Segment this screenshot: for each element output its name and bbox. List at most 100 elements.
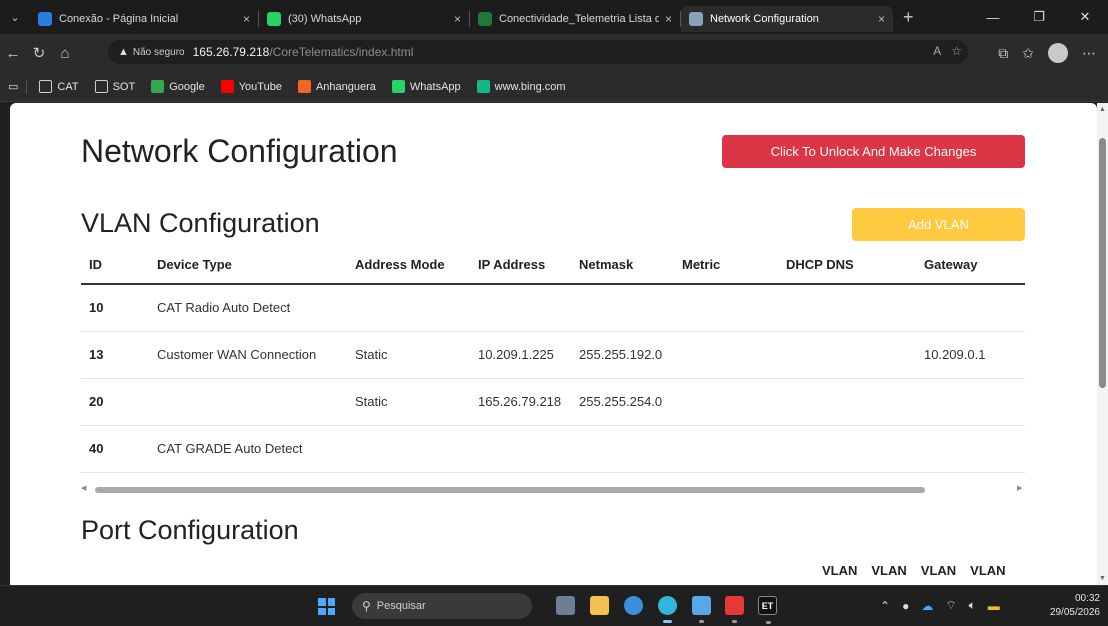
clock-time: 00:32 bbox=[1074, 593, 1100, 604]
page-scroll-thumb[interactable] bbox=[1099, 138, 1106, 388]
bookmark-item[interactable]: YouTube bbox=[220, 80, 282, 93]
table-cell: Customer WAN Connection bbox=[149, 331, 347, 379]
taskbar-search[interactable]: ⚲ Pesquisar bbox=[352, 593, 532, 619]
add-vlan-button[interactable]: Add VLAN bbox=[852, 208, 1025, 241]
close-window-icon[interactable]: ✕ bbox=[1062, 0, 1108, 34]
table-cell: 165.26.79.218 bbox=[470, 378, 571, 426]
profile-avatar[interactable] bbox=[1048, 43, 1068, 63]
new-tab-button[interactable]: + bbox=[903, 7, 914, 28]
et-app-icon[interactable]: ET bbox=[758, 596, 777, 624]
security-label: Não seguro bbox=[132, 46, 185, 58]
table-row[interactable]: 20 Static 165.26.79.218 255.255.254.0 bbox=[81, 378, 1025, 426]
tab-actions-menu-icon[interactable]: ⌄ bbox=[0, 0, 30, 34]
vlan-table-header: ID Device Type Address Mode IP Address Netma… bbox=[81, 246, 1025, 285]
table-horizontal-scrollbar[interactable]: ◀ ▶ bbox=[81, 483, 1025, 493]
table-cell: 13 bbox=[81, 331, 149, 379]
google-icon bbox=[151, 80, 165, 93]
bookmark-label: Google bbox=[169, 80, 205, 93]
bookmark-item[interactable]: www.bing.com bbox=[476, 80, 566, 93]
bookmark-item[interactable]: SOT bbox=[94, 80, 135, 93]
port-column-header: VLAN bbox=[970, 563, 1006, 578]
scroll-right-icon[interactable]: ▶ bbox=[1017, 484, 1022, 492]
sidebar-toggle-icon[interactable]: ▭ bbox=[8, 80, 18, 93]
table-row[interactable]: 10 CAT Radio Auto Detect bbox=[81, 284, 1025, 332]
more-menu-icon[interactable]: ⋯ bbox=[1082, 45, 1096, 62]
not-secure-warning-icon: ▲ bbox=[118, 46, 129, 58]
bookmark-label: YouTube bbox=[238, 80, 282, 93]
column-header[interactable]: IP Address bbox=[470, 246, 571, 285]
tab-close-icon[interactable]: × bbox=[878, 12, 885, 26]
column-header[interactable]: Gateway bbox=[916, 246, 1025, 285]
bookmark-item[interactable]: Anhanguera bbox=[297, 80, 376, 93]
favorites-icon[interactable]: ✩ bbox=[1022, 45, 1034, 62]
port-section-title: Port Configuration bbox=[81, 515, 299, 545]
extensions-icon[interactable]: ⧉ bbox=[998, 45, 1008, 62]
scroll-up-icon[interactable]: ▲ bbox=[1099, 106, 1106, 113]
favorite-star-icon[interactable]: ☆ bbox=[951, 44, 962, 58]
scrollbar-thumb[interactable] bbox=[95, 487, 925, 493]
table-cell bbox=[778, 284, 916, 332]
read-aloud-icon[interactable]: A bbox=[933, 44, 941, 58]
table-row[interactable]: 40 CAT GRADE Auto Detect bbox=[81, 425, 1025, 473]
restore-icon[interactable]: ❐ bbox=[1016, 0, 1062, 34]
table-cell bbox=[571, 284, 674, 332]
scroll-down-icon[interactable]: ▼ bbox=[1099, 575, 1106, 582]
page-title: Network Configuration bbox=[81, 133, 398, 169]
home-icon[interactable]: ⌂ bbox=[52, 45, 78, 62]
tray-app-icon[interactable]: ● bbox=[902, 599, 909, 613]
tab-close-icon[interactable]: × bbox=[665, 12, 672, 26]
reload-icon[interactable]: ↻ bbox=[26, 44, 52, 62]
bookmark-label: www.bing.com bbox=[494, 80, 566, 93]
column-header[interactable]: Netmask bbox=[571, 246, 674, 285]
column-header[interactable]: Metric bbox=[674, 246, 778, 285]
browser-tab[interactable]: Network Configuration × bbox=[681, 6, 893, 32]
tray-overflow-icon[interactable]: ⌃ bbox=[880, 599, 890, 613]
column-header[interactable]: ID bbox=[81, 246, 149, 285]
battery-icon[interactable]: ▬ bbox=[988, 599, 1000, 613]
bookmark-item[interactable]: CAT bbox=[39, 80, 79, 93]
bookmark-item[interactable]: Google bbox=[151, 80, 205, 93]
browser-tab[interactable]: Conexão - Página Inicial × bbox=[30, 6, 258, 32]
table-cell bbox=[674, 331, 778, 379]
windows-start-icon[interactable] bbox=[318, 598, 335, 615]
bookmark-label: WhatsApp bbox=[409, 80, 461, 93]
notepad-icon[interactable] bbox=[692, 596, 711, 623]
table-cell bbox=[674, 284, 778, 332]
bookmark-item[interactable]: WhatsApp bbox=[391, 80, 461, 93]
table-row[interactable]: 13 Customer WAN Connection Static 10.209.1.… bbox=[81, 331, 1025, 379]
onedrive-icon[interactable]: ☁ bbox=[921, 599, 933, 613]
outlook-icon[interactable] bbox=[624, 596, 643, 615]
tab-close-icon[interactable]: × bbox=[243, 12, 250, 26]
bookmark-list: CAT SOT Google YouTube Anhanguera WhatsApp www… bbox=[39, 80, 581, 93]
vlan-table-body: 10 CAT Radio Auto Detect 13 Customer WAN Co… bbox=[81, 284, 1025, 473]
unlock-changes-button[interactable]: Click To Unlock And Make Changes bbox=[722, 135, 1025, 168]
column-header[interactable]: Address Mode bbox=[347, 246, 470, 285]
scroll-left-icon[interactable]: ◀ bbox=[81, 484, 86, 492]
address-bar[interactable]: ▲ Não seguro 165.26.79.218/CoreTelematic… bbox=[108, 40, 968, 64]
wifi-icon[interactable]: ⌔ bbox=[945, 598, 956, 613]
back-icon[interactable]: ← bbox=[0, 45, 26, 62]
port-table-header: VLAN VLAN VLAN VLAN bbox=[822, 563, 1006, 578]
page-vertical-scrollbar[interactable]: ▲ ▼ bbox=[1097, 103, 1108, 585]
port-column-header: VLAN bbox=[871, 563, 907, 578]
tab-close-icon[interactable]: × bbox=[454, 12, 461, 26]
volume-icon[interactable]: 🔈︎ bbox=[969, 598, 976, 613]
browser-tab[interactable]: (30) WhatsApp × bbox=[259, 6, 469, 32]
table-cell bbox=[778, 425, 916, 473]
minimize-icon[interactable]: — bbox=[970, 0, 1016, 34]
task-view-app-icon[interactable] bbox=[556, 596, 575, 615]
column-header[interactable]: DHCP DNS bbox=[778, 246, 916, 285]
edge-browser-icon[interactable] bbox=[658, 596, 677, 623]
file-explorer-icon[interactable] bbox=[590, 596, 609, 615]
browser-toolbar: ← ↻ ⌂ ▲ Não seguro 165.26.79.218/CoreTel… bbox=[0, 34, 1108, 72]
clock-date: 29/05/2026 bbox=[1049, 607, 1100, 618]
column-header[interactable]: Device Type bbox=[149, 246, 347, 285]
url-path: /CoreTelematics/index.html bbox=[269, 45, 414, 59]
table-cell bbox=[916, 378, 1025, 426]
taskbar-clock[interactable]: 00:32 29/05/2026 bbox=[1050, 592, 1100, 620]
browser-tab[interactable]: Conectividade_Telemetria Lista de × bbox=[470, 6, 680, 32]
table-cell: 40 bbox=[81, 425, 149, 473]
tab-title: Network Configuration bbox=[710, 13, 819, 25]
table-cell bbox=[347, 425, 470, 473]
pdf-reader-icon[interactable] bbox=[725, 596, 744, 623]
